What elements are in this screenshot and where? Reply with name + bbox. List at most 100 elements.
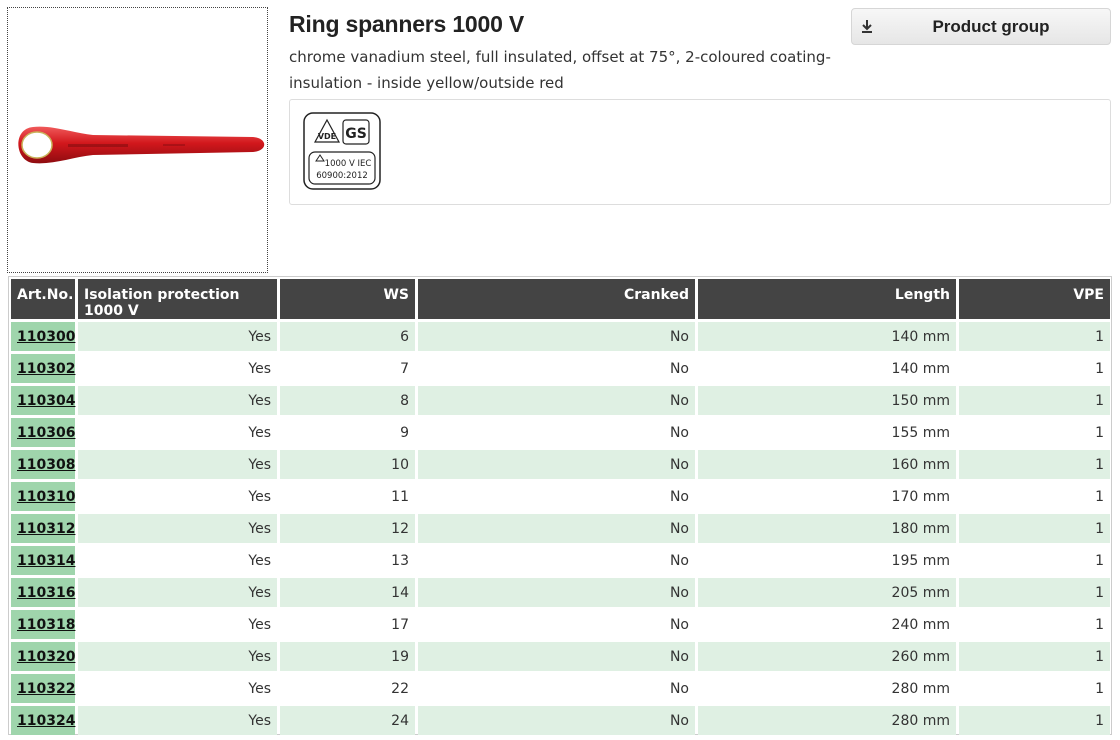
table-row: 110302 Yes 7 No 140 mm 1 [11, 354, 1110, 383]
vde-gs-certification-logo: VDE GS 1000 V IEC 60900:2012 [303, 112, 381, 190]
article-number-link[interactable]: 110316 [17, 585, 75, 601]
cell-ws: 6 [280, 322, 415, 351]
table-row: 110312 Yes 12 No 180 mm 1 [11, 514, 1110, 543]
cell-isolation: Yes [78, 450, 277, 479]
cell-vpe: 1 [959, 578, 1110, 607]
cell-art-no: 110310 [11, 482, 75, 511]
cell-vpe: 1 [959, 386, 1110, 415]
cell-isolation: Yes [78, 706, 277, 735]
cell-cranked: No [418, 482, 695, 511]
table-row: 110318 Yes 17 No 240 mm 1 [11, 610, 1110, 639]
cell-cranked: No [418, 706, 695, 735]
svg-text:60900:2012: 60900:2012 [316, 171, 368, 181]
table-row: 110308 Yes 10 No 160 mm 1 [11, 450, 1110, 479]
article-number-link[interactable]: 110322 [17, 681, 75, 697]
cell-isolation: Yes [78, 482, 277, 511]
column-header-vpe[interactable]: VPE [959, 279, 1110, 319]
cell-art-no: 110308 [11, 450, 75, 479]
cell-art-no: 110300 [11, 322, 75, 351]
cell-cranked: No [418, 386, 695, 415]
cell-ws: 19 [280, 642, 415, 671]
cell-isolation: Yes [78, 546, 277, 575]
product-description: chrome vanadium steel, full insulated, o… [289, 48, 831, 92]
article-number-link[interactable]: 110312 [17, 521, 75, 537]
svg-text:VDE: VDE [318, 132, 336, 141]
column-header-ws[interactable]: WS [280, 279, 415, 319]
cell-art-no: 110302 [11, 354, 75, 383]
cell-length: 280 mm [698, 674, 956, 703]
cell-cranked: No [418, 450, 695, 479]
cell-art-no: 110324 [11, 706, 75, 735]
cell-length: 280 mm [698, 706, 956, 735]
cell-length: 195 mm [698, 546, 956, 575]
cell-isolation: Yes [78, 674, 277, 703]
svg-text:GS: GS [345, 126, 367, 142]
cell-isolation: Yes [78, 354, 277, 383]
product-group-label: Product group [932, 17, 1050, 36]
cell-ws: 17 [280, 610, 415, 639]
article-number-link[interactable]: 110308 [17, 457, 75, 473]
cell-vpe: 1 [959, 322, 1110, 351]
cell-ws: 24 [280, 706, 415, 735]
cell-ws: 12 [280, 514, 415, 543]
cell-vpe: 1 [959, 354, 1110, 383]
cell-length: 150 mm [698, 386, 956, 415]
cell-length: 155 mm [698, 418, 956, 447]
article-number-link[interactable]: 110304 [17, 393, 75, 409]
article-number-link[interactable]: 110302 [17, 361, 75, 377]
cell-vpe: 1 [959, 546, 1110, 575]
table-row: 110300 Yes 6 No 140 mm 1 [11, 322, 1110, 351]
table-row: 110304 Yes 8 No 150 mm 1 [11, 386, 1110, 415]
cell-isolation: Yes [78, 322, 277, 351]
cell-ws: 9 [280, 418, 415, 447]
cell-art-no: 110306 [11, 418, 75, 447]
svg-text:1000 V IEC: 1000 V IEC [325, 159, 372, 169]
cell-vpe: 1 [959, 482, 1110, 511]
cell-isolation: Yes [78, 578, 277, 607]
cell-length: 140 mm [698, 354, 956, 383]
cell-length: 260 mm [698, 642, 956, 671]
table-row: 110320 Yes 19 No 260 mm 1 [11, 642, 1110, 671]
cell-ws: 14 [280, 578, 415, 607]
cell-art-no: 110314 [11, 546, 75, 575]
article-number-link[interactable]: 110314 [17, 553, 75, 569]
certification-box: VDE GS 1000 V IEC 60900:2012 [289, 99, 1111, 205]
cell-vpe: 1 [959, 514, 1110, 543]
cell-vpe: 1 [959, 706, 1110, 735]
cell-ws: 22 [280, 674, 415, 703]
article-number-link[interactable]: 110306 [17, 425, 75, 441]
column-header-cranked[interactable]: Cranked [418, 279, 695, 319]
cell-cranked: No [418, 322, 695, 351]
cell-vpe: 1 [959, 642, 1110, 671]
cell-vpe: 1 [959, 418, 1110, 447]
article-number-link[interactable]: 110310 [17, 489, 75, 505]
column-header-length[interactable]: Length [698, 279, 956, 319]
cell-length: 160 mm [698, 450, 956, 479]
product-image[interactable] [7, 7, 268, 273]
cell-length: 140 mm [698, 322, 956, 351]
cell-art-no: 110312 [11, 514, 75, 543]
article-number-link[interactable]: 110318 [17, 617, 75, 633]
cell-ws: 13 [280, 546, 415, 575]
ring-spanner-image [18, 126, 265, 164]
cell-ws: 8 [280, 386, 415, 415]
cell-ws: 7 [280, 354, 415, 383]
product-group-button[interactable]: Product group [851, 8, 1111, 45]
column-header-isolation[interactable]: Isolation protection 1000 V [78, 279, 277, 319]
page-title: Ring spanners 1000 V [289, 11, 525, 37]
cell-isolation: Yes [78, 418, 277, 447]
table-row: 110310 Yes 11 No 170 mm 1 [11, 482, 1110, 511]
cell-isolation: Yes [78, 386, 277, 415]
column-header-art-no[interactable]: Art.No. [11, 279, 75, 319]
table-row: 110314 Yes 13 No 195 mm 1 [11, 546, 1110, 575]
cell-vpe: 1 [959, 450, 1110, 479]
article-table-container: Art.No. Isolation protection 1000 V WS C… [8, 276, 1112, 735]
article-number-link[interactable]: 110300 [17, 329, 75, 345]
cell-art-no: 110316 [11, 578, 75, 607]
article-number-link[interactable]: 110320 [17, 649, 75, 665]
cell-cranked: No [418, 674, 695, 703]
cell-isolation: Yes [78, 610, 277, 639]
cell-ws: 10 [280, 450, 415, 479]
article-number-link[interactable]: 110324 [17, 713, 75, 729]
cell-cranked: No [418, 610, 695, 639]
